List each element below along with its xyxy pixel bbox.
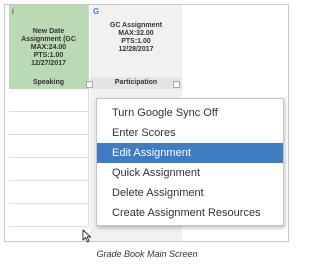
assignment-max-points: MAX:32.00 bbox=[118, 30, 154, 37]
mouse-cursor-icon bbox=[82, 229, 92, 243]
figure-caption: Grade Book Main Screen bbox=[96, 249, 198, 259]
category-label-speaking: Speaking bbox=[9, 77, 89, 89]
menu-item-delete-assignment[interactable]: Delete Assignment bbox=[97, 183, 283, 203]
assignment-header-new-date[interactable]: i New Date Assignment (GC MAX:24.00 PTS:… bbox=[9, 5, 89, 77]
menu-item-enter-scores[interactable]: Enter Scores bbox=[97, 123, 283, 143]
assignment-points: PTS:1.00 bbox=[121, 38, 151, 45]
score-cell[interactable] bbox=[9, 112, 89, 135]
column-menu-button[interactable] bbox=[86, 81, 93, 88]
menu-item-quick-assignment[interactable]: Quick Assignment bbox=[97, 163, 283, 183]
menu-item-create-assignment-resources[interactable]: Create Assignment Resources bbox=[97, 203, 283, 223]
score-cell[interactable] bbox=[9, 135, 89, 158]
column-menu-button[interactable] bbox=[173, 81, 180, 88]
assignment-header-details: GC Assignment MAX:32.00 PTS:1.00 12/28/2… bbox=[90, 22, 182, 54]
assignment-context-menu: Turn Google Sync Off Enter Scores Edit A… bbox=[96, 98, 284, 226]
assignment-due-date: 12/28/2017 bbox=[118, 46, 154, 53]
info-icon: i bbox=[12, 7, 14, 16]
score-cell[interactable] bbox=[9, 89, 89, 112]
score-cell[interactable] bbox=[9, 158, 89, 181]
assignment-name-line: GC Assignment bbox=[109, 22, 163, 29]
menu-item-turn-google-sync-off[interactable]: Turn Google Sync Off bbox=[97, 103, 283, 123]
assignment-due-date: 12/27/2017 bbox=[30, 60, 67, 67]
menu-item-edit-assignment[interactable]: Edit Assignment bbox=[97, 143, 283, 163]
assignment-max-points: MAX:24.00 bbox=[30, 44, 67, 51]
assignment-header-details: New Date Assignment (GC MAX:24.00 PTS:1.… bbox=[9, 28, 88, 68]
assignment-name-line: Assignment (GC bbox=[21, 36, 76, 43]
assignment-header-gc-assignment[interactable]: G GC Assignment MAX:32.00 PTS:1.00 12/28… bbox=[90, 5, 182, 77]
category-label-participation: Participation bbox=[90, 77, 182, 89]
assignment-points: PTS:1.00 bbox=[33, 52, 64, 59]
google-icon: G bbox=[93, 7, 100, 16]
assignment-name-line: New Date bbox=[32, 28, 65, 35]
score-cell[interactable] bbox=[9, 204, 89, 227]
score-cell[interactable] bbox=[9, 181, 89, 204]
